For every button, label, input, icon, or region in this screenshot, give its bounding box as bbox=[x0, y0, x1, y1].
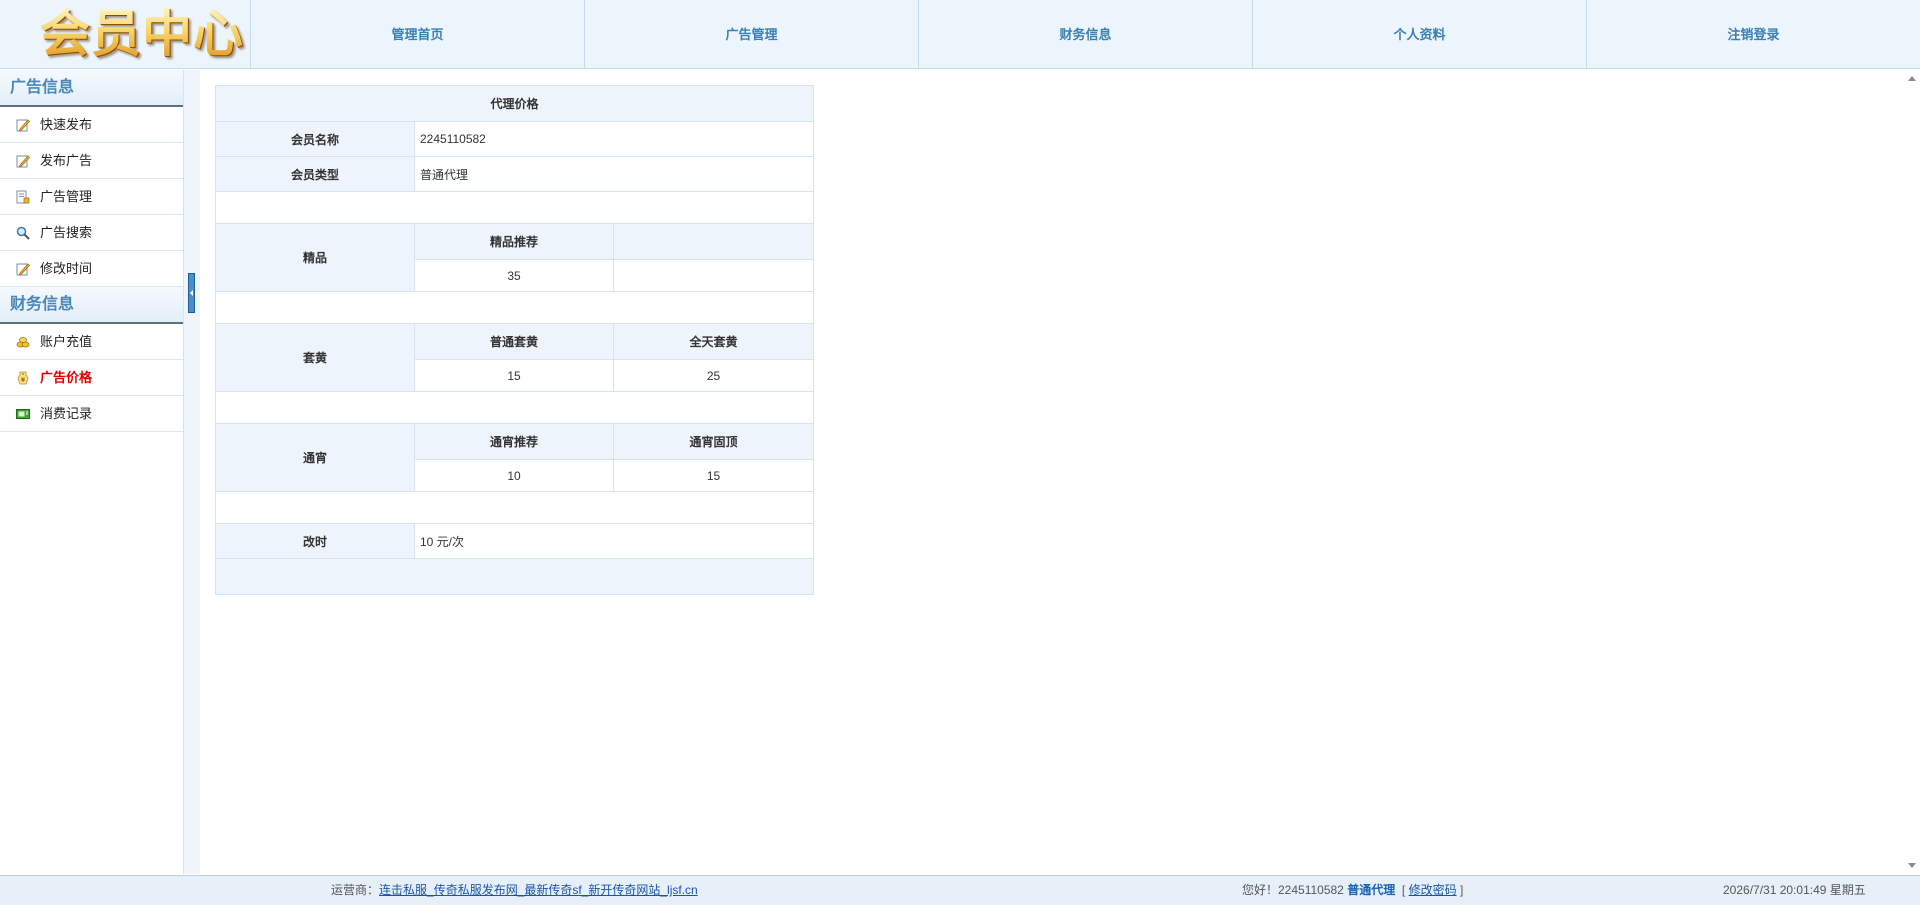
nav-home[interactable]: 管理首页 bbox=[251, 0, 585, 69]
taohuang-value-2: 25 bbox=[613, 359, 814, 392]
bracket-open: [ bbox=[1401, 883, 1406, 897]
sidebar-item-label: 广告管理 bbox=[40, 189, 93, 204]
change-password-link[interactable]: 修改密码 bbox=[1409, 883, 1457, 897]
nav-logout[interactable]: 注销登录 bbox=[1587, 0, 1920, 69]
taohuang-label: 套黄 bbox=[215, 323, 415, 392]
bracket-close: ] bbox=[1459, 883, 1464, 897]
change-time-label: 改时 bbox=[215, 523, 415, 559]
jingpin-label: 精品 bbox=[215, 223, 415, 292]
sidebar-item-label: 广告价格 bbox=[40, 370, 93, 385]
sidebar-item-quick-publish[interactable]: 快速发布 bbox=[0, 107, 183, 143]
price-tag-icon: ¥ bbox=[17, 371, 29, 385]
sidebar-item-label: 修改时间 bbox=[40, 261, 93, 276]
sidebar-item-ad-price[interactable]: ¥ 广告价格 bbox=[0, 360, 183, 396]
tongxiao-label: 通宵 bbox=[215, 423, 415, 492]
jingpin-value-2 bbox=[613, 259, 814, 292]
sidebar-item-label: 账户充值 bbox=[40, 334, 93, 349]
user-level: 普通代理 bbox=[1347, 883, 1396, 897]
coins-icon bbox=[16, 337, 30, 348]
top-header: 会员中心 管理首页 广告管理 财务信息 个人资料 注销登录 bbox=[0, 0, 1920, 69]
edit-icon bbox=[16, 263, 30, 276]
top-nav: 管理首页 广告管理 财务信息 个人资料 注销登录 bbox=[251, 0, 1920, 69]
scroll-up-icon[interactable] bbox=[1908, 76, 1916, 81]
vertical-scrollbar[interactable] bbox=[1904, 70, 1920, 874]
spacer-row bbox=[215, 391, 814, 424]
sidebar-item-label: 发布广告 bbox=[40, 153, 93, 168]
taohuang-value-1: 15 bbox=[414, 359, 614, 392]
sidebar-item-consume-record[interactable]: 消费记录 bbox=[0, 396, 183, 432]
sidebar-section-ad-info: 广告信息 bbox=[0, 70, 183, 107]
member-type-value: 普通代理 bbox=[414, 156, 814, 192]
operator-link[interactable]: 连击私服_传奇私服发布网_最新传奇sf_新开传奇网站_ljsf.cn bbox=[379, 883, 698, 897]
member-name-label: 会员名称 bbox=[215, 121, 415, 157]
member-center-logo: 会员中心 bbox=[40, 5, 244, 63]
tongxiao-value-1: 10 bbox=[414, 459, 614, 492]
greeting-text: 您好！2245110582 bbox=[1242, 883, 1344, 897]
main-content: 代理价格 会员名称 2245110582 会员类型 普通代理 精品 精品推荐 3… bbox=[200, 70, 1904, 874]
spacer-row bbox=[215, 291, 814, 324]
sidebar-item-modify-time[interactable]: 修改时间 bbox=[0, 251, 183, 287]
sidebar-item-label: 消费记录 bbox=[40, 406, 93, 421]
jingpin-header-1: 精品推荐 bbox=[414, 223, 614, 260]
tongxiao-header-2: 通宵固顶 bbox=[613, 423, 814, 460]
taohuang-header-1: 普通套黄 bbox=[414, 323, 614, 360]
collapse-sidebar-toggle[interactable] bbox=[188, 273, 195, 313]
sidebar: 广告信息 快速发布 发布广告 广告管理 广告搜索 修改时间 财务信息 账户充值 … bbox=[0, 70, 184, 874]
jingpin-value-1: 35 bbox=[414, 259, 614, 292]
spacer-row bbox=[215, 191, 814, 224]
nav-profile[interactable]: 个人资料 bbox=[1253, 0, 1587, 69]
sidebar-item-label: 广告搜索 bbox=[40, 225, 93, 240]
member-type-label: 会员类型 bbox=[215, 156, 415, 192]
status-footer: 运营商：连击私服_传奇私服发布网_最新传奇sf_新开传奇网站_ljsf.cn 您… bbox=[0, 875, 1920, 905]
price-table: 代理价格 会员名称 2245110582 会员类型 普通代理 精品 精品推荐 3… bbox=[215, 85, 814, 595]
table-footer-row bbox=[215, 558, 814, 595]
current-datetime: 2026/7/31 20:01:49 星期五 bbox=[1723, 883, 1866, 897]
sidebar-item-label: 快速发布 bbox=[40, 117, 93, 132]
search-icon bbox=[16, 226, 30, 240]
edit-icon bbox=[16, 155, 30, 168]
jingpin-header-2 bbox=[613, 223, 814, 260]
user-info: 您好！2245110582 普通代理 [ 修改密码 ] bbox=[1242, 876, 1463, 905]
ledger-icon bbox=[16, 409, 30, 419]
tongxiao-value-2: 15 bbox=[613, 459, 814, 492]
operator-label: 运营商： bbox=[331, 883, 380, 897]
sidebar-item-ad-manage[interactable]: 广告管理 bbox=[0, 179, 183, 215]
document-manage-icon bbox=[16, 190, 30, 204]
spacer-row bbox=[215, 491, 814, 524]
tongxiao-header-1: 通宵推荐 bbox=[414, 423, 614, 460]
sidebar-section-finance: 财务信息 bbox=[0, 287, 183, 324]
nav-ad-manage[interactable]: 广告管理 bbox=[585, 0, 919, 69]
table-title: 代理价格 bbox=[215, 85, 814, 122]
taohuang-header-2: 全天套黄 bbox=[613, 323, 814, 360]
sidebar-item-recharge[interactable]: 账户充值 bbox=[0, 324, 183, 360]
nav-finance[interactable]: 财务信息 bbox=[919, 0, 1253, 69]
sidebar-splitter bbox=[184, 70, 200, 874]
change-time-value: 10 元/次 bbox=[414, 523, 814, 559]
member-name-value: 2245110582 bbox=[414, 121, 814, 157]
scroll-down-icon[interactable] bbox=[1908, 863, 1916, 868]
sidebar-item-ad-search[interactable]: 广告搜索 bbox=[0, 215, 183, 251]
sidebar-item-publish-ad[interactable]: 发布广告 bbox=[0, 143, 183, 179]
operator-info: 运营商：连击私服_传奇私服发布网_最新传奇sf_新开传奇网站_ljsf.cn bbox=[331, 876, 698, 905]
logo-container: 会员中心 bbox=[0, 0, 251, 69]
edit-icon bbox=[16, 119, 30, 132]
